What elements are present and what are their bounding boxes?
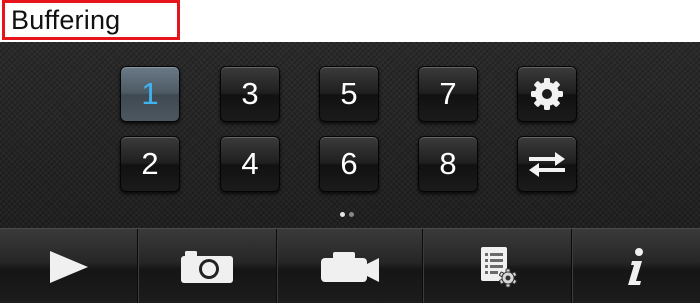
channel-8-button[interactable]: 8 <box>418 136 478 192</box>
video-camera-icon <box>319 250 381 284</box>
switch-stream-button[interactable] <box>517 136 577 192</box>
info-button[interactable] <box>572 229 700 303</box>
channel-1-button[interactable]: 1 <box>120 66 180 122</box>
camera-icon <box>179 249 235 285</box>
control-panel: 1 3 5 7 2 4 6 8 <box>0 42 700 303</box>
info-icon <box>624 247 648 287</box>
page-dot <box>349 212 354 217</box>
status-box: Buffering <box>2 0 180 40</box>
status-text: Buffering <box>11 5 121 35</box>
record-button[interactable] <box>277 229 423 303</box>
page-indicator <box>340 212 354 217</box>
channel-3-button[interactable]: 3 <box>220 66 280 122</box>
config-list-button[interactable] <box>423 229 572 303</box>
gear-icon <box>529 76 565 112</box>
channel-2-button[interactable]: 2 <box>120 136 180 192</box>
channel-4-button[interactable]: 4 <box>220 136 280 192</box>
play-icon <box>48 249 90 285</box>
swap-arrows-icon <box>527 149 567 179</box>
channel-7-button[interactable]: 7 <box>418 66 478 122</box>
settings-button[interactable] <box>517 66 577 122</box>
channel-6-button[interactable]: 6 <box>319 136 379 192</box>
snapshot-button[interactable] <box>138 229 277 303</box>
settings-list-icon <box>475 245 519 289</box>
page-dot-active <box>340 212 345 217</box>
channel-5-button[interactable]: 5 <box>319 66 379 122</box>
bottom-toolbar <box>0 228 700 303</box>
play-button[interactable] <box>0 229 138 303</box>
